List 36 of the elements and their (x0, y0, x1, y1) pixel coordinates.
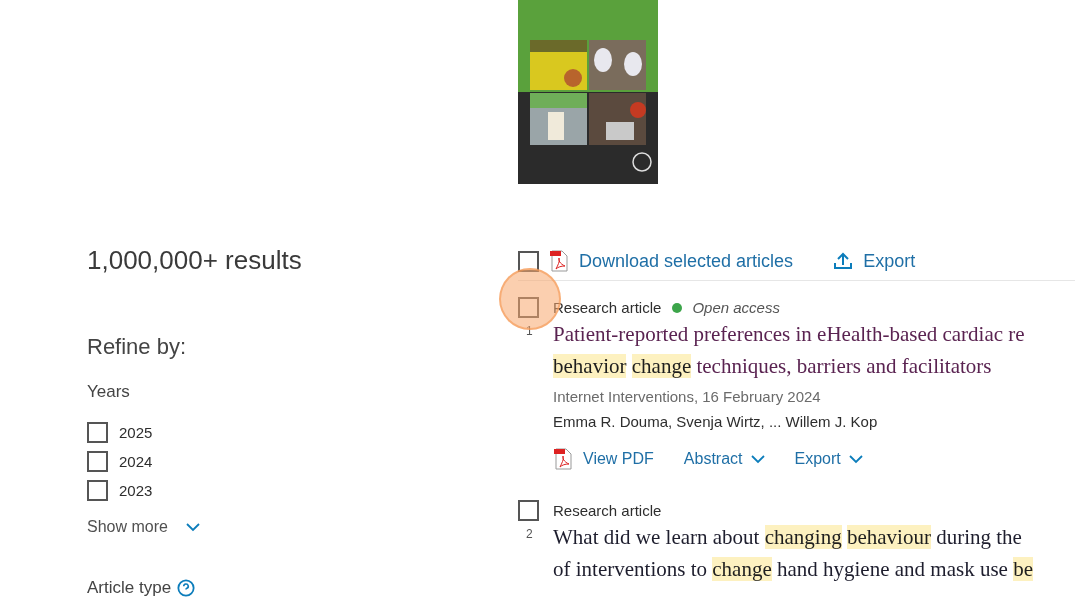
results-count: 1,000,000+ results (87, 245, 303, 276)
article-checkbox[interactable] (518, 500, 539, 521)
author-list: Emma R. Douma, Svenja Wirtz, ... Willem J. Kop (553, 413, 1025, 430)
refine-heading: Refine by: (87, 334, 188, 360)
chevron-down-icon (848, 454, 863, 464)
article-title[interactable]: What did we learn about changing behaviour during the (553, 521, 1033, 553)
filter-label: Years (87, 382, 131, 402)
abstract-toggle[interactable]: Abstract (683, 450, 743, 468)
checkbox[interactable] (87, 451, 108, 472)
journal-info: Internet Interventions, 16 February 2024 (553, 388, 822, 405)
checkbox[interactable] (87, 422, 108, 443)
export-link[interactable]: Export (863, 250, 916, 272)
article-title[interactable]: Patient-reported preferences in eHealth-based cardiac re (553, 318, 1025, 350)
filter-label: Article type (87, 578, 172, 598)
year-option[interactable]: 2023 (119, 482, 153, 499)
pdf-icon (549, 250, 569, 272)
chevron-down-icon (185, 522, 200, 532)
chevron-down-icon (750, 454, 765, 464)
access-label: Open access (692, 299, 780, 316)
download-link[interactable]: Download selected articles (579, 250, 794, 272)
checkbox[interactable] (87, 480, 108, 501)
export-toggle[interactable]: Export (794, 450, 841, 468)
result-number: 1 (526, 324, 533, 338)
pdf-icon (553, 448, 573, 470)
year-option[interactable]: 2024 (119, 453, 153, 470)
article-type: Research article (553, 502, 662, 519)
article-checkbox[interactable] (518, 297, 539, 318)
article-title[interactable]: of interventions to change hand hygiene and mask use be (553, 553, 1033, 585)
year-option[interactable]: 2025 (119, 424, 153, 441)
view-pdf-link[interactable]: View PDF (583, 450, 654, 468)
help-icon[interactable] (177, 579, 196, 597)
show-more-link[interactable]: Show more (87, 518, 168, 536)
select-all-checkbox[interactable] (518, 250, 539, 272)
result-number: 2 (526, 527, 533, 541)
article-title[interactable]: behavior change techniques, barriers and facilitators (553, 350, 1025, 382)
upload-icon (833, 252, 854, 270)
